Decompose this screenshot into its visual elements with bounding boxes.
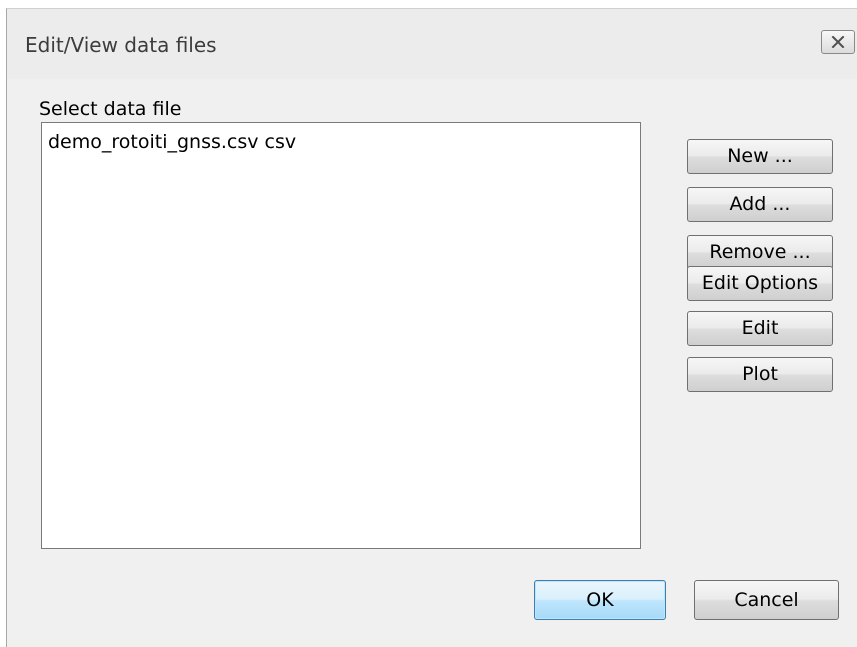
window-title: Edit/View data files	[25, 33, 217, 57]
ok-button[interactable]: OK	[534, 580, 666, 620]
data-file-listbox[interactable]: demo_rotoiti_gnss.csv csv	[41, 122, 641, 549]
add-button[interactable]: Add ...	[687, 187, 833, 222]
select-data-file-label: Select data file	[39, 98, 182, 120]
edit-button[interactable]: Edit	[687, 311, 833, 346]
plot-button[interactable]: Plot	[687, 357, 833, 392]
remove-button[interactable]: Remove ...	[687, 235, 833, 270]
title-bar[interactable]: Edit/View data files	[7, 9, 857, 79]
close-x-icon	[831, 36, 845, 48]
new-button[interactable]: New ...	[687, 139, 833, 174]
list-item[interactable]: demo_rotoiti_gnss.csv csv	[42, 123, 640, 154]
close-button[interactable]	[821, 30, 855, 54]
cancel-button[interactable]: Cancel	[694, 580, 839, 620]
dialog-window: Edit/View data files Select data file de…	[6, 8, 857, 647]
edit-options-button[interactable]: Edit Options	[687, 266, 833, 301]
